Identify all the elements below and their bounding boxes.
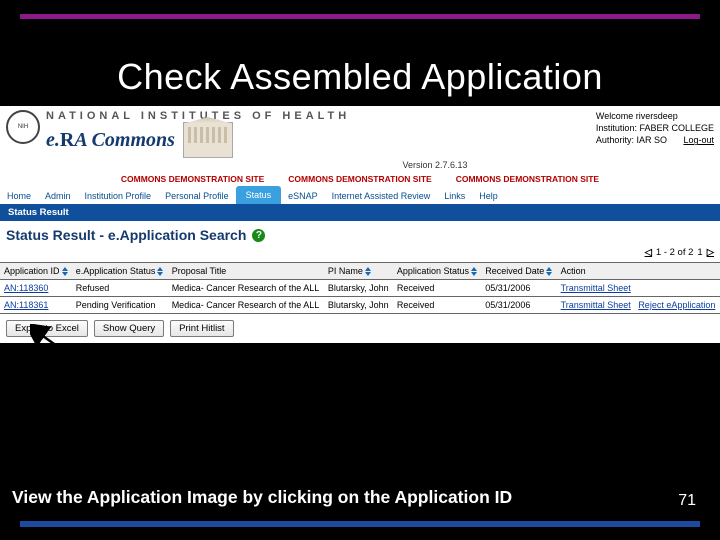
action-transmittal-sheet[interactable]: Transmittal Sheet (561, 283, 631, 293)
export-to-excel-button[interactable]: Export to Excel (6, 320, 88, 337)
tab-personal-profile[interactable]: Personal Profile (158, 187, 236, 204)
slide-caption: View the Application Image by clicking o… (12, 487, 512, 508)
section-title: Status Result - e.Application Search ? (0, 221, 720, 245)
app-header: NIH NATIONAL INSTITUTES OF HEALTH e.RA C… (0, 106, 720, 158)
app-logo-text: e.RA Commons (46, 129, 175, 152)
sort-icon[interactable] (365, 267, 371, 276)
user-info: Welcome riversdeep Institution: FABER CO… (596, 110, 714, 146)
slide-page-number: 71 (678, 492, 696, 510)
authority-roles: IAR SO (636, 135, 667, 145)
cell-status: Received (393, 297, 481, 314)
col-pi-name[interactable]: PI Name (324, 263, 393, 280)
institution-name: FABER COLLEGE (639, 123, 714, 133)
main-nav: Home Admin Institution Profile Personal … (0, 186, 720, 204)
pager-page: 1 (697, 247, 702, 258)
application-id-link[interactable]: AN:118360 (4, 283, 48, 293)
logo-block: NIH NATIONAL INSTITUTES OF HEALTH e.RA C… (6, 110, 350, 158)
tab-institution-profile[interactable]: Institution Profile (78, 187, 159, 204)
sort-icon[interactable] (157, 267, 163, 276)
slide-title: Check Assembled Application (0, 56, 720, 98)
tab-help[interactable]: Help (472, 187, 505, 204)
cell-date: 05/31/2006 (481, 280, 556, 297)
action-transmittal-sheet[interactable]: Transmittal Sheet (561, 300, 631, 310)
pager-last-icon[interactable]: ▷ (707, 247, 714, 258)
sub-nav-label: Status Result (0, 204, 720, 221)
version-text: Version 2.7.6.13 (0, 158, 720, 172)
table-header-row: Application ID e.Application Status Prop… (0, 263, 720, 280)
tab-iar[interactable]: Internet Assisted Review (325, 187, 438, 204)
tab-home[interactable]: Home (0, 187, 38, 204)
table-row: AN:118361 Pending Verification Medica- C… (0, 297, 720, 314)
annotation-arrow-icon (30, 324, 230, 464)
logout-link[interactable]: Log-out (683, 134, 714, 146)
sort-icon[interactable] (471, 267, 477, 276)
pager-range: 1 - 2 of 2 (656, 247, 694, 258)
welcome-user: riversdeep (636, 111, 678, 121)
sort-icon[interactable] (546, 267, 552, 276)
cell-pi: Blutarsky, John (324, 280, 393, 297)
table-row: AN:118360 Refused Medica- Cancer Researc… (0, 280, 720, 297)
cell-eapp-status: Pending Verification (72, 297, 168, 314)
nih-seal-icon: NIH (6, 110, 40, 144)
sort-icon[interactable] (62, 267, 68, 276)
action-reject-eapplication[interactable]: Reject eApplication (638, 300, 715, 310)
cell-date: 05/31/2006 (481, 297, 556, 314)
demo-banner: COMMONS DEMONSTRATION SITE COMMONS DEMON… (0, 172, 720, 186)
help-icon[interactable]: ? (252, 229, 265, 242)
cell-pi: Blutarsky, John (324, 297, 393, 314)
print-hitlist-button[interactable]: Print Hitlist (170, 320, 233, 337)
era-commons-screenshot: NIH NATIONAL INSTITUTES OF HEALTH e.RA C… (0, 106, 720, 343)
col-eapp-status[interactable]: e.Application Status (72, 263, 168, 280)
pager-first-icon[interactable]: ◁ (645, 247, 652, 258)
building-icon (183, 122, 233, 158)
cell-title: Medica- Cancer Research of the ALL (168, 280, 324, 297)
col-app-status[interactable]: Application Status (393, 263, 481, 280)
cell-status: Received (393, 280, 481, 297)
slide-bottom-rule (20, 521, 700, 527)
pager: ◁ 1 - 2 of 2 1 ▷ (0, 245, 720, 262)
show-query-button[interactable]: Show Query (94, 320, 164, 337)
col-received-date[interactable]: Received Date (481, 263, 556, 280)
cell-eapp-status: Refused (72, 280, 168, 297)
col-proposal-title[interactable]: Proposal Title (168, 263, 324, 280)
tab-status[interactable]: Status (236, 186, 282, 204)
results-table: Application ID e.Application Status Prop… (0, 262, 720, 314)
col-application-id[interactable]: Application ID (0, 263, 72, 280)
tab-links[interactable]: Links (437, 187, 472, 204)
cell-title: Medica- Cancer Research of the ALL (168, 297, 324, 314)
tab-esnap[interactable]: eSNAP (281, 187, 325, 204)
application-id-link[interactable]: AN:118361 (4, 300, 48, 310)
slide-top-rule (20, 14, 700, 19)
tab-admin[interactable]: Admin (38, 187, 78, 204)
col-action: Action (557, 263, 720, 280)
button-row: Export to Excel Show Query Print Hitlist (0, 314, 720, 343)
